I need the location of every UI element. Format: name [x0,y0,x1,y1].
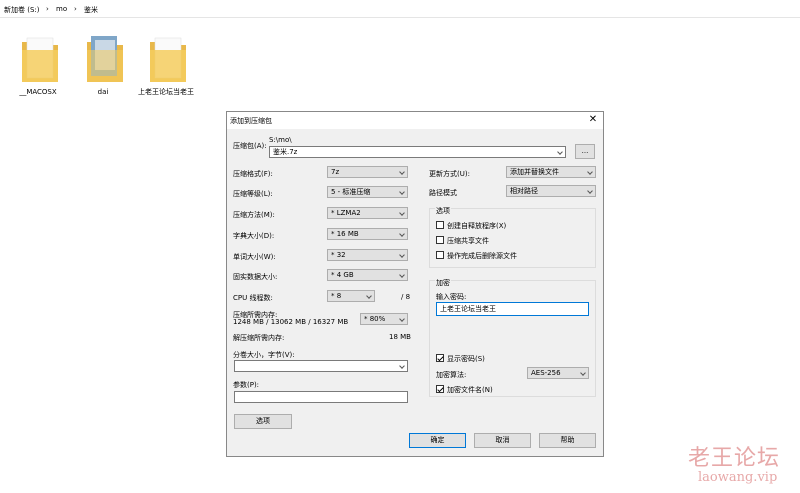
folder-icon [22,37,58,82]
params-input[interactable] [234,391,408,403]
split-label: 分卷大小，字节(V): [233,351,295,359]
cpu-combo[interactable]: * 8 [327,290,375,302]
update-combo[interactable]: 添加并替换文件 [506,166,596,178]
mem-detail: 1248 MB / 13062 MB / 16327 MB [233,318,349,326]
options-group-title: 选项 [435,206,451,216]
file-item-dai[interactable]: dai [73,30,133,110]
delete-checkbox[interactable] [436,251,444,259]
dialog-titlebar[interactable]: 添加到压缩包 ✕ [227,112,603,129]
mem-combo[interactable]: * 80% [360,313,408,325]
browse-button[interactable]: ... [575,144,595,159]
method-label: 压缩方法(M): [233,211,275,219]
dialog-title: 添加到压缩包 [230,117,272,125]
format-combo[interactable]: 7z [327,166,408,178]
file-name: dai [97,88,109,96]
decomp-label: 解压缩所需内存: [233,334,285,342]
breadcrumb-current[interactable]: 鉴米 [84,5,98,15]
folder-with-image-icon [87,36,123,82]
sfx-checkbox[interactable] [436,221,444,229]
cpu-total: / 8 [401,293,411,301]
update-label: 更新方式(U): [429,170,470,178]
path-label: 路径模式 [429,189,457,197]
watermark-title: 老王论坛 [688,446,781,471]
method-combo[interactable]: * LZMA2 [327,207,408,219]
format-label: 压缩格式(F): [233,170,273,178]
cpu-label: CPU 线程数: [233,294,273,302]
ok-button[interactable]: 确定 [409,433,466,448]
password-label: 输入密码: [436,293,467,301]
show-password-label[interactable]: 显示密码(S) [447,354,485,364]
dict-label: 字典大小(D): [233,232,275,240]
encrypt-names-label[interactable]: 加密文件名(N) [447,385,493,395]
solid-combo[interactable]: * 4 GB [327,269,408,281]
watermark-url: laowang.vip [698,470,778,485]
level-combo[interactable]: 5 - 标准压缩 [327,186,408,198]
solid-label: 固实数据大小: [233,273,278,281]
archive-name-combo[interactable]: 鉴米.7z [269,146,566,158]
breadcrumb-folder-mo[interactable]: mo [56,5,67,13]
enc-method-combo[interactable]: AES-256 [527,367,589,379]
password-input[interactable]: 上老王论坛当老王 [436,302,589,316]
close-icon[interactable]: ✕ [586,113,600,127]
file-item-laowang[interactable]: 上老王论坛当老王 [136,30,196,110]
shared-label[interactable]: 压缩共享文件 [447,236,489,246]
breadcrumb-drive[interactable]: 新加卷 (S:) [4,5,40,15]
level-label: 压缩等级(L): [233,190,273,198]
address-breadcrumb[interactable]: 新加卷 (S:) › mo › 鉴米 [0,0,800,18]
word-combo[interactable]: * 32 [327,249,408,261]
encryption-group-title: 加密 [435,278,451,288]
dict-combo[interactable]: * 16 MB [327,228,408,240]
split-combo[interactable] [234,360,408,372]
cancel-button[interactable]: 取消 [474,433,531,448]
archive-path: S:\mo\ [269,136,292,144]
sfx-label[interactable]: 创建自释放程序(X) [447,221,506,231]
show-password-checkbox[interactable] [436,354,444,362]
params-label: 参数(P): [233,381,260,389]
path-combo[interactable]: 相对路径 [506,185,596,197]
options-button[interactable]: 选项 [234,414,292,429]
word-label: 单词大小(W): [233,253,276,261]
delete-label[interactable]: 操作完成后删除源文件 [447,251,517,261]
file-name: __MACOSX [19,88,57,96]
encrypt-names-checkbox[interactable] [436,385,444,393]
breadcrumb-separator: › [74,5,77,13]
archive-label: 压缩包(A): [233,142,267,150]
file-name: 上老王论坛当老王 [138,88,194,96]
help-button[interactable]: 帮助 [539,433,596,448]
folder-icon [150,37,186,82]
shared-checkbox[interactable] [436,236,444,244]
add-to-archive-dialog: 添加到压缩包 ✕ 压缩包(A): S:\mo\ 鉴米.7z ... 压缩格式(F… [226,111,604,457]
file-item-macosx[interactable]: __MACOSX [8,30,68,110]
enc-method-label: 加密算法: [436,371,467,379]
decomp-value: 18 MB [389,333,411,341]
breadcrumb-separator: › [46,5,49,13]
